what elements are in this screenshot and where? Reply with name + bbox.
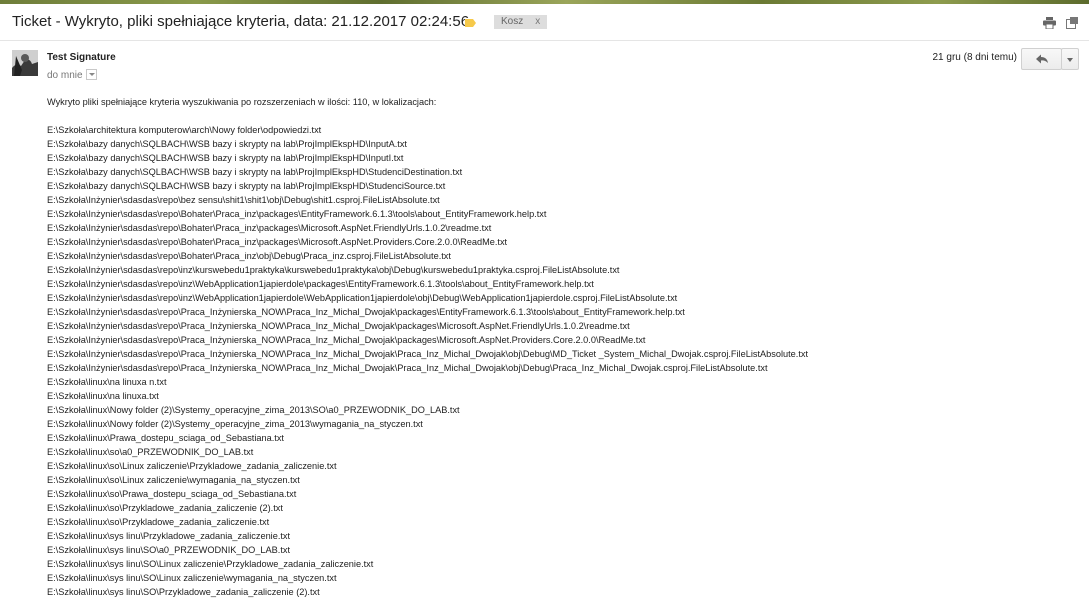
file-path-line: E:\Szkoła\Inżynier\sdasdas\repo\bez sens… xyxy=(47,195,440,205)
file-path-line: E:\Szkoła\linux\sys linu\SO\a0_PRZEWODNI… xyxy=(47,545,291,555)
file-path-line: E:\Szkoła\linux\so\Prawa_dostepu_sciaga_… xyxy=(47,489,297,499)
file-path-line: E:\Szkoła\Inżynier\sdasdas\repo\inz\WebA… xyxy=(47,279,594,289)
file-path-line: E:\Szkoła\Inżynier\sdasdas\repo\Bohater\… xyxy=(47,251,451,261)
file-path-line: E:\Szkoła\Inżynier\sdasdas\repo\Praca_In… xyxy=(47,335,646,345)
file-path-line: E:\Szkoła\Inżynier\sdasdas\repo\Praca_In… xyxy=(47,307,685,317)
file-path-line: E:\Szkoła\linux\sys linu\SO\Linux zalicz… xyxy=(47,559,374,569)
chevron-down-icon[interactable] xyxy=(85,69,97,80)
print-icon[interactable] xyxy=(1043,17,1056,29)
file-path-line: E:\Szkoła\linux\so\a0_PRZEWODNIK_DO_LAB.… xyxy=(47,447,254,457)
file-path-line: E:\Szkoła\linux\Nowy folder (2)\Systemy_… xyxy=(47,419,423,429)
file-path-list: E:\Szkoła\architektura komputerow\arch\N… xyxy=(47,123,808,599)
file-path-line: E:\Szkoła\linux\so\Linux zaliczenie\wyma… xyxy=(47,475,300,485)
file-path-line: E:\Szkoła\Inżynier\sdasdas\repo\Bohater\… xyxy=(47,237,508,247)
file-path-line: E:\Szkoła\linux\Nowy folder (2)\Systemy_… xyxy=(47,405,460,415)
file-path-line: E:\Szkoła\linux\so\Linux zaliczenie\Przy… xyxy=(47,461,337,471)
recipient-label: do mnie xyxy=(47,70,83,82)
recipient-line: do mnie xyxy=(47,69,97,82)
message-header: Test Signature do mnie 21 gru (8 dni tem… xyxy=(0,40,1089,92)
file-path-line: E:\Szkoła\architektura komputerow\arch\N… xyxy=(47,125,322,135)
file-path-line: E:\Szkoła\bazy danych\SQLBACH\WSB bazy i… xyxy=(47,167,463,177)
file-path-line: E:\Szkoła\bazy danych\SQLBACH\WSB bazy i… xyxy=(47,181,446,191)
email-subject: Ticket - Wykryto, pliki spełniające kryt… xyxy=(12,13,470,30)
message-date: 21 gru (8 dni temu) xyxy=(932,52,1018,63)
file-path-line: E:\Szkoła\linux\Prawa_dostepu_sciaga_od_… xyxy=(47,433,284,443)
subject-bar: Ticket - Wykryto, pliki spełniające kryt… xyxy=(0,4,1089,41)
popout-icon[interactable] xyxy=(1066,17,1078,29)
file-path-line: E:\Szkoła\linux\na linuxa n.txt xyxy=(47,377,167,387)
file-path-line: E:\Szkoła\linux\na linuxa.txt xyxy=(47,391,159,401)
label-chip-text: Kosz xyxy=(501,16,524,27)
file-path-line: E:\Szkoła\Inżynier\sdasdas\repo\Praca_In… xyxy=(47,349,809,359)
file-path-line: E:\Szkoła\Inżynier\sdasdas\repo\Bohater\… xyxy=(47,209,547,219)
sender-name[interactable]: Test Signature xyxy=(47,52,116,63)
file-path-line: E:\Szkoła\Inżynier\sdasdas\repo\Praca_In… xyxy=(47,363,768,373)
file-path-line: E:\Szkoła\linux\sys linu\Przykladowe_zad… xyxy=(47,531,291,541)
avatar-image xyxy=(12,50,38,76)
file-path-line: E:\Szkoła\linux\so\Przykladowe_zadania_z… xyxy=(47,503,283,513)
file-path-line: E:\Szkoła\Inżynier\sdasdas\repo\inz\WebA… xyxy=(47,293,678,303)
file-path-line: E:\Szkoła\linux\so\Przykladowe_zadania_z… xyxy=(47,517,270,527)
more-options-button[interactable] xyxy=(1061,48,1079,70)
label-tag-icon[interactable] xyxy=(465,19,476,27)
label-chip-kosz: Kosz x xyxy=(494,15,548,29)
file-path-line: E:\Szkoła\Inżynier\sdasdas\repo\Bohater\… xyxy=(47,223,492,233)
reply-button[interactable] xyxy=(1021,48,1062,70)
message-intro: Wykryto pliki spełniające kryteria wyszu… xyxy=(47,97,437,107)
label-remove-button[interactable]: x xyxy=(535,16,540,27)
file-path-line: E:\Szkoła\linux\sys linu\SO\Linux zalicz… xyxy=(47,573,337,583)
file-path-line: E:\Szkoła\Inżynier\sdasdas\repo\Praca_In… xyxy=(47,321,630,331)
avatar[interactable] xyxy=(12,50,38,76)
file-path-line: E:\Szkoła\bazy danych\SQLBACH\WSB bazy i… xyxy=(47,153,404,163)
message-body: Wykryto pliki spełniające kryteria wyszu… xyxy=(47,95,808,599)
file-path-line: E:\Szkoła\bazy danych\SQLBACH\WSB bazy i… xyxy=(47,139,407,149)
reply-icon xyxy=(1036,54,1048,64)
file-path-line: E:\Szkoła\Inżynier\sdasdas\repo\inz\kurs… xyxy=(47,265,620,275)
